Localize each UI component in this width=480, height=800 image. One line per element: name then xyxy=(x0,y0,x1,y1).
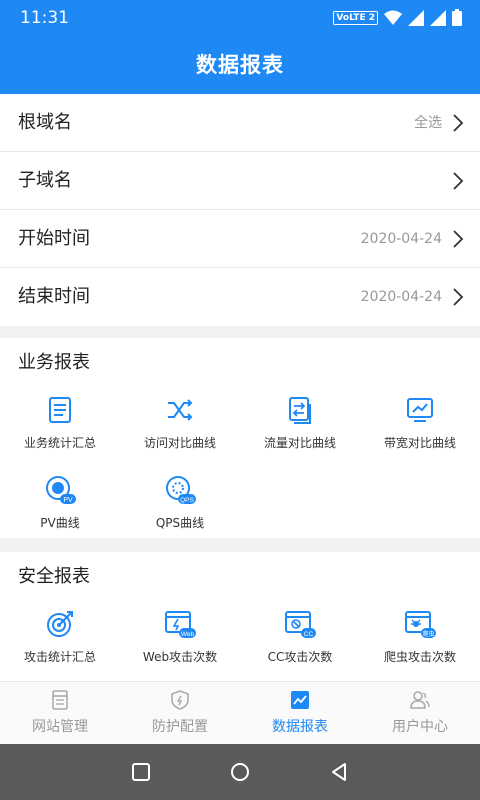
website-icon xyxy=(52,690,68,710)
item-label: PV曲线 xyxy=(40,516,80,530)
filter-row-end-time[interactable]: 结束时间 2020-04-24 xyxy=(0,268,480,326)
tab-website-management[interactable]: 网站管理 xyxy=(0,682,120,744)
filter-value: 2020-04-24 xyxy=(360,231,442,247)
filter-value: 2020-04-24 xyxy=(360,289,442,305)
tab-label: 网站管理 xyxy=(32,719,88,735)
status-icons: VoLTE 2 xyxy=(333,9,462,26)
back-icon[interactable] xyxy=(327,760,351,784)
page-title: 数据报表 xyxy=(196,53,284,77)
tab-label: 数据报表 xyxy=(272,719,328,735)
business-summary-item[interactable]: 业务统计汇总 xyxy=(0,394,120,451)
section-title: 安全报表 xyxy=(18,566,90,587)
item-label: 攻击统计汇总 xyxy=(23,650,96,664)
visit-compare-item[interactable]: 访问对比曲线 xyxy=(120,394,240,451)
filter-row-sub-domain[interactable]: 子域名 xyxy=(0,152,480,210)
item-label: Web攻击次数 xyxy=(142,650,218,664)
filter-row-root-domain[interactable]: 根域名 全选 xyxy=(0,94,480,152)
business-report-section: 业务报表 业务统计汇总 访问对比曲线 流量对比曲线 带宽对比曲线 PV PV曲线… xyxy=(0,338,480,538)
crawler-attack-icon: 爬虫 xyxy=(405,611,436,638)
pv-curve-item[interactable]: PV PV曲线 xyxy=(0,474,120,531)
signal-icon-2 xyxy=(430,9,446,26)
bandwidth-compare-item[interactable]: 带宽对比曲线 xyxy=(360,394,480,451)
shuffle-icon xyxy=(168,399,193,421)
svg-text:PV: PV xyxy=(63,497,73,504)
crawler-attack-item[interactable]: 爬虫 爬虫攻击次数 xyxy=(360,608,480,665)
chevron-right-icon xyxy=(453,172,464,190)
wifi-icon xyxy=(384,10,402,25)
system-nav-bar xyxy=(0,744,480,800)
pv-clock-icon: PV xyxy=(46,476,76,504)
attack-summary-item[interactable]: 攻击统计汇总 xyxy=(0,608,120,665)
home-icon[interactable] xyxy=(228,760,252,784)
item-label: 流量对比曲线 xyxy=(263,436,336,450)
svg-text:QPS: QPS xyxy=(180,497,194,504)
item-label: 业务统计汇总 xyxy=(23,436,96,450)
qps-gauge-icon: QPS xyxy=(166,476,196,504)
tab-data-reports[interactable]: 数据报表 xyxy=(240,682,360,744)
svg-text:CC: CC xyxy=(304,631,314,638)
item-label: 带宽对比曲线 xyxy=(383,436,456,450)
tab-label: 防护配置 xyxy=(152,719,208,735)
chart-icon xyxy=(291,691,309,709)
chevron-right-icon xyxy=(453,114,464,132)
filter-value: 全选 xyxy=(414,115,442,131)
qps-curve-item[interactable]: QPS QPS曲线 xyxy=(120,474,240,531)
filter-label: 结束时间 xyxy=(18,286,90,307)
filter-label: 子域名 xyxy=(18,170,72,191)
volte-indicator: VoLTE 2 xyxy=(333,10,378,25)
filter-list: 根域名 全选 子域名 开始时间 2020-04-24 结束时间 2020-04-… xyxy=(0,94,480,326)
bottom-tab-bar: 网站管理 防护配置 数据报表 用户中心 xyxy=(0,681,480,744)
item-label: QPS曲线 xyxy=(155,516,205,530)
transfer-icon xyxy=(289,397,311,424)
status-bar: 11:31 VoLTE 2 xyxy=(0,0,480,36)
tab-protection-config[interactable]: 防护配置 xyxy=(120,682,240,744)
section-title: 业务报表 xyxy=(18,352,90,373)
cc-attack-icon: CC xyxy=(285,611,316,638)
svg-text:Web: Web xyxy=(181,631,195,638)
security-report-section: 安全报表 攻击统计汇总 Web Web攻击次数 CC CC攻击次数 爬虫 爬虫攻… xyxy=(0,552,480,681)
app-header: 数据报表 xyxy=(0,36,480,94)
filter-label: 开始时间 xyxy=(18,228,90,249)
tab-user-center[interactable]: 用户中心 xyxy=(360,682,480,744)
shield-icon xyxy=(171,690,189,710)
traffic-compare-item[interactable]: 流量对比曲线 xyxy=(240,394,360,451)
filter-label: 根域名 xyxy=(18,112,72,133)
recent-apps-icon[interactable] xyxy=(129,760,153,784)
web-attack-icon: Web xyxy=(165,611,196,638)
list-doc-icon xyxy=(49,397,71,423)
item-label: 访问对比曲线 xyxy=(143,436,216,450)
user-icon xyxy=(410,691,430,709)
svg-text:爬虫: 爬虫 xyxy=(422,630,434,638)
monitor-chart-icon xyxy=(407,398,433,422)
target-icon xyxy=(47,611,73,637)
signal-icon xyxy=(408,9,424,26)
battery-icon xyxy=(452,9,462,26)
status-time: 11:31 xyxy=(20,8,69,28)
tab-label: 用户中心 xyxy=(392,719,448,735)
chevron-right-icon xyxy=(453,230,464,248)
item-label: CC攻击次数 xyxy=(267,650,333,664)
web-attack-item[interactable]: Web Web攻击次数 xyxy=(120,608,240,665)
filter-row-start-time[interactable]: 开始时间 2020-04-24 xyxy=(0,210,480,268)
item-label: 爬虫攻击次数 xyxy=(383,650,456,664)
cc-attack-item[interactable]: CC CC攻击次数 xyxy=(240,608,360,665)
chevron-right-icon xyxy=(453,288,464,306)
